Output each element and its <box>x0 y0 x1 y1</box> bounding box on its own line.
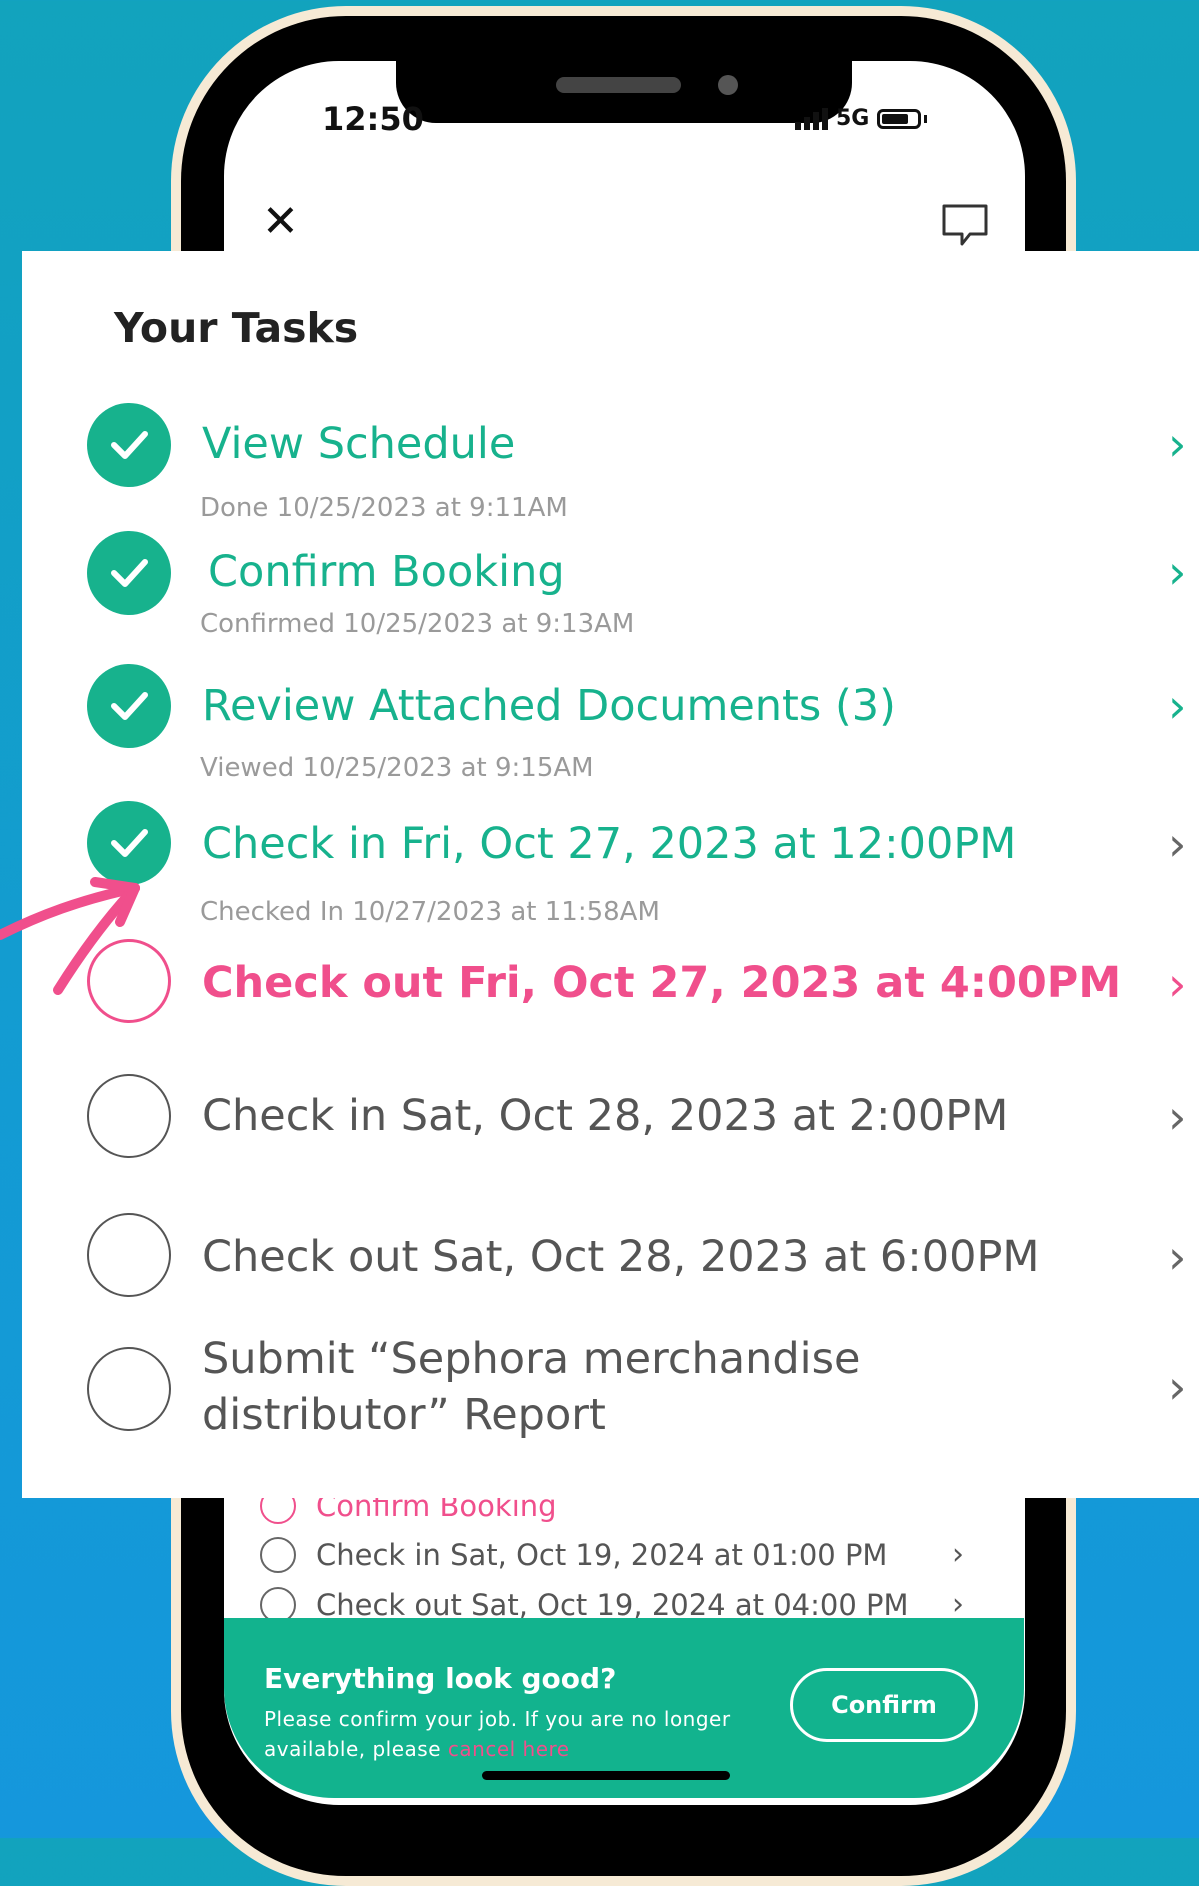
confirm-banner-text: Please confirm your job. If you are no l… <box>264 1704 734 1764</box>
task-label: View Schedule <box>202 419 516 469</box>
tasks-title: Your Tasks <box>114 304 359 352</box>
checkbox-circle-icon <box>87 1074 171 1158</box>
speaker-grille <box>556 77 681 93</box>
chevron-right-icon[interactable]: › <box>1168 961 1186 1007</box>
tasks-card: Your Tasks View Schedule Done 10/25/2023… <box>22 251 1199 1498</box>
battery-icon <box>877 108 922 129</box>
task-label: Confirm Booking <box>208 547 565 597</box>
chevron-right-icon[interactable]: › <box>1168 1364 1186 1410</box>
cancel-link[interactable]: cancel here <box>448 1737 570 1761</box>
confirm-button[interactable]: Confirm <box>790 1668 978 1742</box>
chevron-right-icon[interactable]: › <box>1168 421 1186 467</box>
network-label: 5G <box>836 106 870 131</box>
status-indicators: 5G <box>795 106 928 131</box>
task-label-line2: distributor” Report <box>202 1390 606 1440</box>
check-done-icon <box>87 664 171 748</box>
task-status: Checked In 10/27/2023 at 11:58AM <box>200 897 660 927</box>
chevron-right-icon[interactable]: › <box>1168 1094 1186 1140</box>
chevron-right-icon[interactable]: › <box>1168 549 1186 595</box>
check-done-icon <box>87 403 171 487</box>
list-item[interactable]: Check in Sat, Oct 19, 2024 at 01:00 PM <box>260 1537 887 1573</box>
front-camera <box>718 75 738 95</box>
list-item-label: Check in Sat, Oct 19, 2024 at 01:00 PM <box>316 1538 888 1572</box>
task-label: Check in Fri, Oct 27, 2023 at 12:00PM <box>202 819 1017 869</box>
checkbox-circle-icon <box>87 1213 171 1297</box>
task-label: Check in Sat, Oct 28, 2023 at 2:00PM <box>202 1091 1009 1141</box>
task-label: Check out Sat, Oct 28, 2023 at 6:00PM <box>202 1232 1040 1282</box>
status-time: 12:50 <box>322 100 424 138</box>
chevron-right-icon[interactable]: › <box>1168 1234 1186 1280</box>
checkbox-circle-icon <box>260 1537 296 1573</box>
chat-bubble-icon[interactable] <box>940 202 990 248</box>
task-status: Confirmed 10/25/2023 at 9:13AM <box>200 609 635 639</box>
battery-tip <box>924 114 928 123</box>
chevron-right-icon[interactable]: › <box>952 1537 964 1572</box>
annotation-arrow-icon <box>0 877 140 995</box>
home-indicator[interactable] <box>482 1771 730 1780</box>
task-label-line1: Submit “Sephora merchandise <box>202 1334 861 1384</box>
task-label: Review Attached Documents (3) <box>202 681 896 731</box>
confirm-banner-title: Everything look good? <box>264 1662 617 1695</box>
task-status: Viewed 10/25/2023 at 9:15AM <box>200 753 594 783</box>
chevron-right-icon[interactable]: › <box>1168 683 1186 729</box>
chevron-right-icon[interactable]: › <box>1168 821 1186 867</box>
phone-notch <box>396 55 852 123</box>
signal-icon <box>795 107 828 130</box>
task-label: Check out Fri, Oct 27, 2023 at 4:00PM <box>202 958 1122 1008</box>
task-status: Done 10/25/2023 at 9:11AM <box>200 493 568 523</box>
confirm-banner: Everything look good? Please confirm you… <box>224 1618 1024 1798</box>
chevron-right-icon[interactable]: › <box>952 1587 964 1622</box>
checkbox-circle-icon <box>87 1347 171 1431</box>
close-icon[interactable]: ✕ <box>262 200 299 244</box>
list-item-label: Check out Sat, Oct 19, 2024 at 04:00 PM <box>316 1588 909 1622</box>
check-done-icon <box>87 531 171 615</box>
